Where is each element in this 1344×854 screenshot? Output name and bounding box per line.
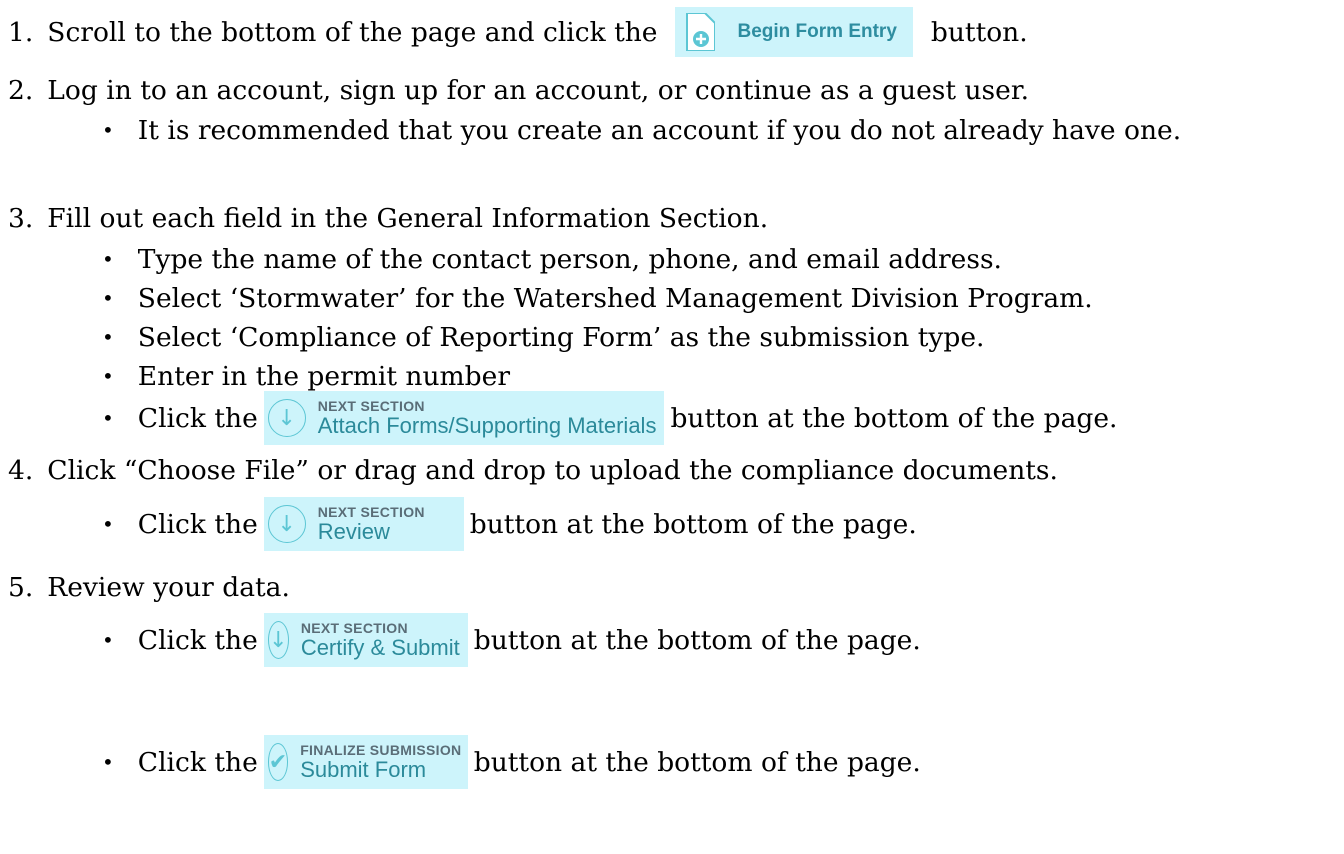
click-prefix: Click the xyxy=(137,508,258,540)
begin-form-entry-button[interactable]: Begin Form Entry xyxy=(675,7,913,57)
step-2: 2. Log in to an account, sign up for an … xyxy=(8,70,1029,110)
step-3-text: Fill out each field in the General Infor… xyxy=(47,202,769,234)
step-2-number: 2. xyxy=(8,74,34,106)
document-add-icon xyxy=(685,12,717,52)
step-3-bullet: • Select ‘Compliance of Reporting Form’ … xyxy=(102,317,984,357)
step-2-bullet: • It is recommended that you create an a… xyxy=(102,110,1181,150)
bullet-text: It is recommended that you create an acc… xyxy=(137,114,1182,146)
step-4-number: 4. xyxy=(8,454,34,486)
bullet-icon: • xyxy=(102,325,114,349)
step-3-bullet: • Type the name of the contact person, p… xyxy=(102,239,1002,279)
arrow-down-icon: ↓ xyxy=(267,621,289,659)
arrow-down-icon: ↓ xyxy=(267,399,306,437)
bullet-icon: • xyxy=(102,118,114,142)
click-prefix: Click the xyxy=(137,402,258,434)
step-5: 5. Review your data. xyxy=(8,567,290,607)
click-suffix: button at the bottom of the page. xyxy=(469,508,917,540)
button-label: Attach Forms/Supporting Materials xyxy=(317,412,657,438)
step-5-submit-line: • Click the ✔ FINALIZE SUBMISSION Submit… xyxy=(102,730,921,794)
next-section-attach-button[interactable]: ↓ NEXT SECTION Attach Forms/Supporting M… xyxy=(263,391,665,445)
begin-form-entry-label: Begin Form Entry xyxy=(737,21,897,42)
step-5-number: 5. xyxy=(8,571,34,603)
bullet-icon: • xyxy=(102,512,114,536)
step-5-certify-line: • Click the ↓ NEXT SECTION Certify & Sub… xyxy=(102,608,921,672)
bullet-icon: • xyxy=(102,247,114,271)
step-1-suffix: button. xyxy=(930,16,1028,48)
click-prefix: Click the xyxy=(137,624,258,656)
step-1-text: Scroll to the bottom of the page and cli… xyxy=(47,16,658,48)
button-eyebrow: NEXT SECTION xyxy=(317,504,425,521)
step-3-click-line: • Click the ↓ NEXT SECTION Attach Forms/… xyxy=(102,386,1118,450)
button-eyebrow: NEXT SECTION xyxy=(300,620,408,637)
bullet-text: Select ‘Compliance of Reporting Form’ as… xyxy=(137,321,985,353)
next-section-certify-button[interactable]: ↓ NEXT SECTION Certify & Submit xyxy=(263,613,468,667)
step-4: 4. Click “Choose File” or drag and drop … xyxy=(8,450,1058,490)
button-label: Submit Form xyxy=(300,756,427,782)
click-suffix: button at the bottom of the page. xyxy=(473,746,921,778)
button-label: Review xyxy=(317,518,390,544)
bullet-icon: • xyxy=(102,628,114,652)
bullet-icon: • xyxy=(102,750,114,774)
step-3-bullet: • Select ‘Stormwater’ for the Watershed … xyxy=(102,278,1093,318)
finalize-submit-form-button[interactable]: ✔ FINALIZE SUBMISSION Submit Form xyxy=(263,735,468,789)
click-suffix: button at the bottom of the page. xyxy=(670,402,1118,434)
next-section-review-button[interactable]: ↓ NEXT SECTION Review xyxy=(263,497,464,551)
button-label: Certify & Submit xyxy=(300,634,460,660)
bullet-text: Type the name of the contact person, pho… xyxy=(137,243,1002,275)
bullet-icon: • xyxy=(102,406,114,430)
bullet-icon: • xyxy=(102,364,114,388)
step-2-text: Log in to an account, sign up for an acc… xyxy=(47,74,1030,106)
step-4-click-line: • Click the ↓ NEXT SECTION Review button… xyxy=(102,492,917,556)
checkmark-icon: ✔ xyxy=(267,743,289,781)
step-5-text: Review your data. xyxy=(47,571,290,603)
arrow-down-icon: ↓ xyxy=(267,505,306,543)
click-suffix: button at the bottom of the page. xyxy=(473,624,921,656)
click-prefix: Click the xyxy=(137,746,258,778)
bullet-icon: • xyxy=(102,286,114,310)
step-1: 1. Scroll to the bottom of the page and … xyxy=(8,2,1028,62)
step-3: 3. Fill out each field in the General In… xyxy=(8,198,768,238)
bullet-text: Select ‘Stormwater’ for the Watershed Ma… xyxy=(137,282,1093,314)
step-3-number: 3. xyxy=(8,202,34,234)
button-eyebrow: FINALIZE SUBMISSION xyxy=(300,742,462,759)
step-4-text: Click “Choose File” or drag and drop to … xyxy=(47,454,1058,486)
button-eyebrow: NEXT SECTION xyxy=(317,398,425,415)
step-1-number: 1. xyxy=(8,16,34,48)
